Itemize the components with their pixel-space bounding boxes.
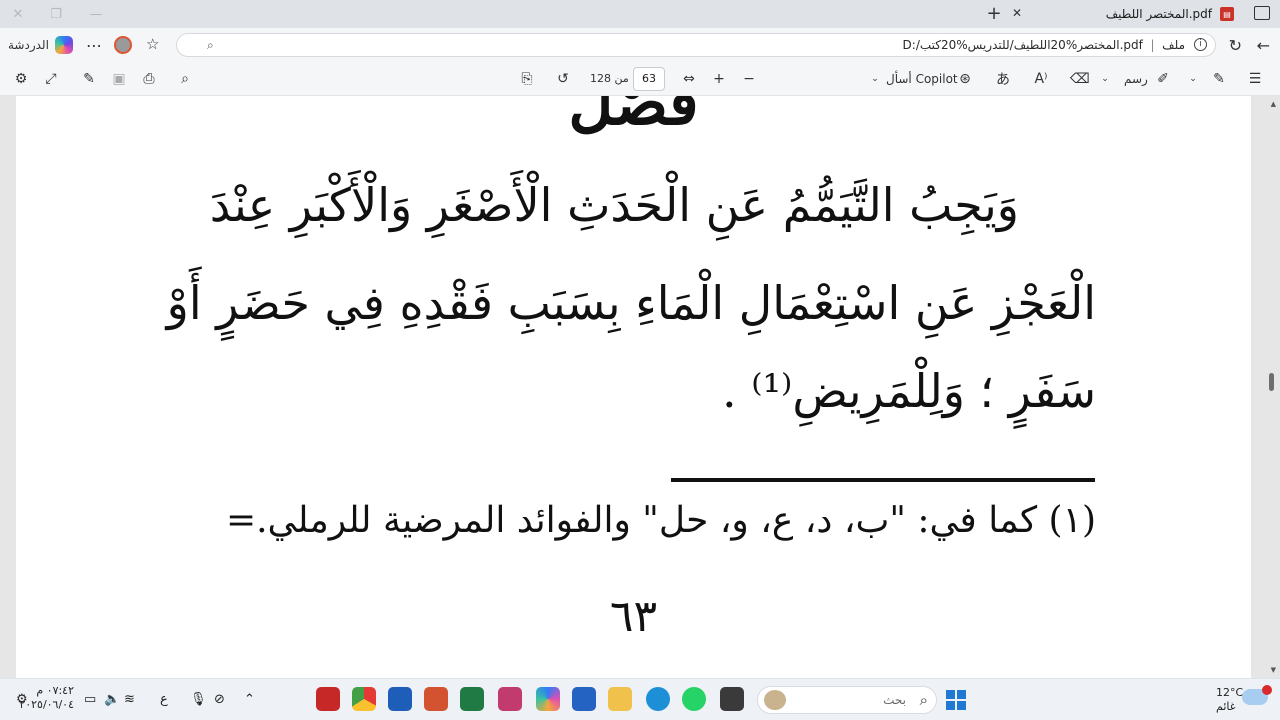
contents-icon[interactable]: ☰ bbox=[1246, 69, 1264, 89]
translate-icon[interactable]: あ bbox=[994, 69, 1012, 89]
scrollbar-thumb[interactable] bbox=[1269, 373, 1274, 391]
settings-icon[interactable]: ⚙ bbox=[12, 69, 30, 89]
search-placeholder: بحث bbox=[883, 693, 906, 707]
zoom-icon[interactable]: ⌕ bbox=[207, 38, 214, 53]
search-highlight-icon bbox=[764, 690, 786, 710]
url-field[interactable]: ⌕ ملف | D:/المختصر%20اللطيف/للتدريس%20كت… bbox=[176, 33, 1216, 57]
url-value: D:/المختصر%20اللطيف/للتدريس%20كتب.pdf bbox=[902, 38, 1143, 52]
fullscreen-icon[interactable]: ⤢ bbox=[42, 69, 60, 89]
copilot-icon bbox=[54, 36, 73, 54]
close-tab-icon[interactable]: ✕ bbox=[1012, 6, 1022, 20]
store-app-icon[interactable] bbox=[572, 687, 596, 711]
highlight-dropdown-chevron-icon[interactable]: ⌄ bbox=[1184, 69, 1202, 89]
erase-icon[interactable]: ⌫ bbox=[1070, 69, 1090, 89]
text-line-3: سَفَرٍ ؛ وَلِلْمَرِيضِ⁽¹⁾ . bbox=[722, 364, 1096, 418]
clock[interactable]: ٠٧:٤٢ م ٢٠٢٥/٠٦/٠٤ bbox=[19, 684, 74, 712]
volume-icon[interactable]: 🔈 bbox=[104, 692, 120, 707]
weather-temp: 12°C bbox=[1216, 686, 1244, 699]
tab-actions-icon[interactable] bbox=[1254, 6, 1270, 20]
word-app-icon[interactable] bbox=[388, 687, 412, 711]
notification-badge bbox=[1262, 685, 1272, 695]
pdf-page: فَصْلٌ وَيَجِبُ التَّيَمُّمُ عَنِ الْحَد… bbox=[16, 96, 1251, 678]
new-tab-icon[interactable]: + bbox=[984, 3, 1004, 24]
powerpoint-app-icon[interactable] bbox=[424, 687, 448, 711]
zoom-out-icon[interactable]: − bbox=[740, 69, 758, 89]
print-icon[interactable]: ⎙ bbox=[140, 69, 158, 89]
profile-avatar[interactable] bbox=[114, 36, 132, 54]
ask-copilot-button[interactable]: أسأل Copilot bbox=[886, 72, 958, 86]
acrobat-app-icon[interactable] bbox=[498, 687, 522, 711]
restore-window-icon[interactable]: ❐ bbox=[46, 4, 66, 24]
rotate-icon[interactable]: ↺ bbox=[554, 69, 572, 89]
edge-app-icon[interactable] bbox=[646, 687, 670, 711]
whatsapp-app-icon[interactable] bbox=[682, 687, 706, 711]
scroll-down-icon[interactable]: ▼ bbox=[1271, 666, 1276, 674]
copilot-chat-label: الدردشة bbox=[8, 38, 49, 52]
text-line-2: الْعَجْزِ عَنِ اسْتِعْمَالِ الْمَاءِ بِس… bbox=[166, 276, 1096, 330]
address-bar: ⌕ ملف | D:/المختصر%20اللطيف/للتدريس%20كت… bbox=[0, 28, 1280, 62]
weather-desc: غائم bbox=[1216, 700, 1236, 713]
search-icon: ⌕ bbox=[919, 691, 928, 709]
favorites-icon[interactable]: ☆ bbox=[146, 35, 159, 53]
taskbar-search[interactable]: بحث ⌕ bbox=[757, 686, 937, 714]
page-heading: فَصْلٌ bbox=[568, 96, 699, 139]
save-icon[interactable]: ▣ bbox=[110, 69, 128, 89]
minimize-window-icon[interactable]: — bbox=[86, 4, 106, 24]
page-view-icon[interactable]: ⎘ bbox=[518, 69, 536, 89]
read-aloud-icon[interactable]: A⁾ bbox=[1032, 69, 1050, 89]
save-as-icon[interactable]: ✎ bbox=[80, 69, 98, 89]
more-options-icon[interactable]: ⋯ bbox=[86, 36, 103, 55]
close-window-icon[interactable]: ✕ bbox=[8, 4, 28, 24]
title-bar: ✕ ❐ — ▤ المختصر اللطيف.pdf ✕ + bbox=[0, 0, 1280, 28]
fit-width-icon[interactable]: ⇔ bbox=[680, 69, 698, 89]
url-text: ملف | D:/المختصر%20اللطيف/للتدريس%20كتب.… bbox=[903, 38, 1185, 52]
highlight-icon[interactable]: ✎ bbox=[1210, 69, 1228, 89]
file-explorer-app-icon[interactable] bbox=[608, 687, 632, 711]
copilot-chat-button[interactable]: الدردشة bbox=[8, 33, 73, 57]
draw-dropdown-chevron-icon[interactable]: ⌄ bbox=[1096, 69, 1114, 89]
copilot-dropdown-chevron-icon[interactable]: ⌄ bbox=[866, 69, 884, 89]
draw-button[interactable]: رسم bbox=[1124, 72, 1148, 86]
language-indicator[interactable]: ع bbox=[160, 692, 168, 707]
page-number-input[interactable]: 63 bbox=[633, 67, 665, 91]
url-prefix: ملف bbox=[1162, 38, 1185, 52]
draw-icon[interactable]: ✐ bbox=[1154, 69, 1172, 89]
pdf-icon: ▤ bbox=[1220, 7, 1234, 21]
copilot-app-icon[interactable] bbox=[536, 687, 560, 711]
page-number: ٦٣ bbox=[609, 591, 658, 642]
date: ٢٠٢٥/٠٦/٠٤ bbox=[19, 698, 74, 711]
footnote-separator bbox=[671, 478, 1095, 482]
wifi-icon[interactable]: ≋ bbox=[124, 692, 135, 707]
chrome-app-icon[interactable] bbox=[352, 687, 376, 711]
tab-title: المختصر اللطيف.pdf bbox=[1105, 7, 1212, 21]
pdf-toolbar: ⚙ ⤢ ✎ ▣ ⎙ ⌕ ⎘ ↺ من 128 63 ⇔ + − ⌄ أسأل C… bbox=[0, 62, 1280, 96]
copilot-pdf-icon[interactable]: ⊛ bbox=[956, 69, 974, 89]
battery-icon[interactable]: ▭ bbox=[84, 692, 96, 707]
start-icon[interactable] bbox=[946, 690, 966, 710]
terminal-app-icon[interactable] bbox=[720, 687, 744, 711]
scroll-up-icon[interactable]: ▲ bbox=[1271, 100, 1276, 108]
excel-app-icon[interactable] bbox=[460, 687, 484, 711]
search-icon[interactable]: ⌕ bbox=[176, 69, 194, 89]
zoom-in-icon[interactable]: + bbox=[710, 69, 728, 89]
text-line-1: وَيَجِبُ التَّيَمُّمُ عَنِ الْحَدَثِ الْ… bbox=[209, 178, 1019, 232]
show-hidden-icons[interactable]: ⌃ bbox=[244, 692, 255, 707]
location-icon[interactable]: ⊘ bbox=[214, 692, 225, 707]
mcafee-app-icon[interactable] bbox=[316, 687, 340, 711]
tab-pdf[interactable]: ▤ المختصر اللطيف.pdf ✕ + bbox=[986, 0, 1240, 28]
back-icon[interactable]: ← bbox=[1257, 36, 1270, 55]
total-pages: من 128 bbox=[590, 72, 629, 85]
taskbar: ⚙ ٠٧:٤٢ م ٢٠٢٥/٠٦/٠٤ ▭ 🔈 ≋ ع 🎙 ⊘ ⌃ بحث ⌕… bbox=[0, 678, 1280, 720]
microphone-icon[interactable]: 🎙 bbox=[190, 692, 207, 707]
info-icon[interactable]: i bbox=[1194, 38, 1207, 51]
time: ٠٧:٤٢ م bbox=[36, 684, 74, 697]
reload-icon[interactable]: ↻ bbox=[1229, 36, 1242, 55]
weather-widget[interactable]: 12°C غائم bbox=[1216, 686, 1243, 714]
footnote: (١) كما في: "ب، د، ع، و، حل" والفوائد ال… bbox=[225, 500, 1096, 541]
url-separator: | bbox=[1146, 38, 1159, 52]
pdf-viewer: فَصْلٌ وَيَجِبُ التَّيَمُّمُ عَنِ الْحَد… bbox=[0, 96, 1280, 678]
